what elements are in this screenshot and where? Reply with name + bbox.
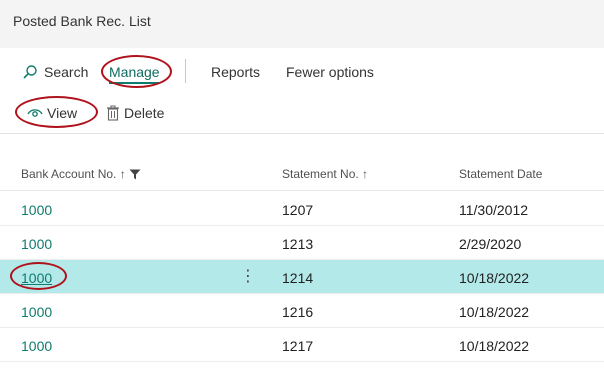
trash-icon [106,105,120,121]
search-label: Search [44,64,89,80]
table-header: Bank Account No. ↑ Statement No. ↑ State… [0,155,604,191]
action-separator [185,59,186,83]
statement-no-cell: 1213 [282,236,314,252]
search-button[interactable]: Search [22,63,88,81]
more-vertical-icon[interactable]: ⋮ [240,266,256,288]
search-icon [22,64,38,80]
statement-date-cell: 10/18/2022 [459,338,530,354]
table-row[interactable]: 1000 1217 10/18/2022 [0,328,604,362]
view-button[interactable]: View [27,104,77,122]
filter-icon [129,169,141,180]
statement-date-cell: 10/18/2022 [459,270,530,286]
column-header-statement-no[interactable]: Statement No. ↑ [282,167,368,181]
bank-account-link[interactable]: 1000 [21,236,52,252]
table-row[interactable]: 1000 1207 11/30/2012 [0,192,604,226]
statement-no-cell: 1216 [282,304,314,320]
table-row[interactable]: 1000 1213 2/29/2020 [0,226,604,260]
action-bar: Search Manage Reports Fewer options View… [0,48,604,134]
table-row-selected[interactable]: 1000 ⋮ 1214 10/18/2022 [0,260,604,294]
bank-account-link[interactable]: 1000 [21,202,52,218]
statement-date-cell: 10/18/2022 [459,304,530,320]
page-header: Posted Bank Rec. List [0,0,604,48]
page-title: Posted Bank Rec. List [13,13,151,29]
manage-tab-underline [109,82,159,84]
column-header-statement-date[interactable]: Statement Date [459,167,542,181]
statement-date-cell: 2/29/2020 [459,236,522,252]
bank-account-link[interactable]: 1000 [21,304,52,320]
statement-no-cell: 1217 [282,338,314,354]
delete-button[interactable]: Delete [106,104,164,122]
bank-account-link[interactable]: 1000 [21,338,52,354]
fewer-options-button[interactable]: Fewer options [286,63,374,81]
view-label: View [47,105,78,121]
statement-no-cell: 1207 [282,202,314,218]
reports-tab[interactable]: Reports [211,63,260,81]
statement-date-cell: 11/30/2012 [459,202,529,218]
delete-label: Delete [124,105,165,121]
column-header-bank-account-no[interactable]: Bank Account No. ↑ [21,167,141,181]
manage-tab[interactable]: Manage [109,63,160,81]
table-row[interactable]: 1000 1216 10/18/2022 [0,294,604,328]
eye-icon [27,106,43,120]
statement-no-cell: 1214 [282,270,314,286]
bank-account-link[interactable]: 1000 [21,270,52,286]
